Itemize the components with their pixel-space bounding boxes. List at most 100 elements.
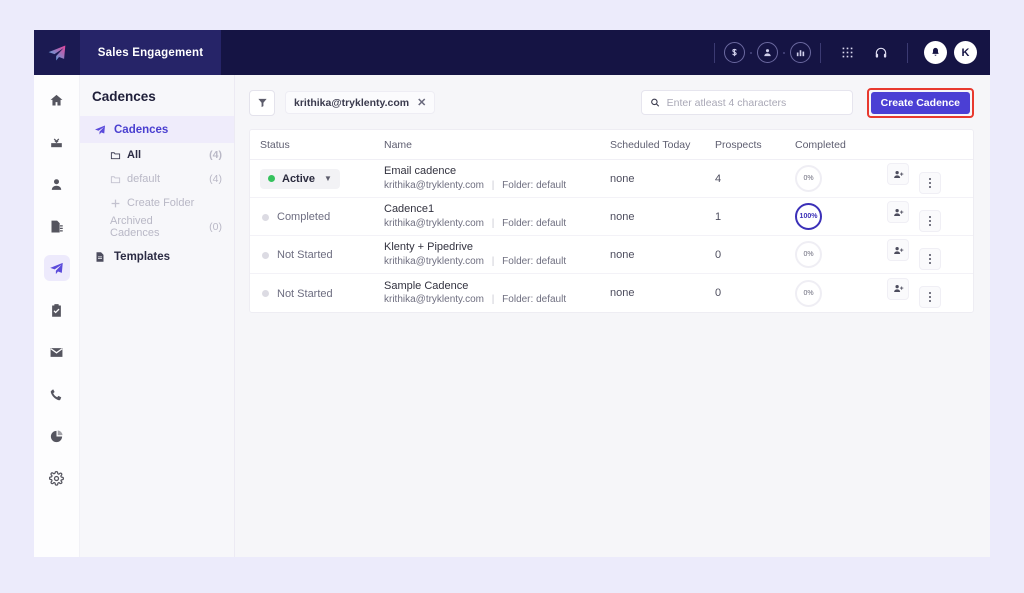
row-name[interactable]: Cadence1 krithika@tryklenty.com | Folder… xyxy=(384,202,610,231)
status-dot-icon xyxy=(268,175,275,182)
cadence-name: Email cadence xyxy=(384,164,610,179)
chevron-down-icon[interactable]: ▼ xyxy=(324,174,332,183)
notification-bell-button[interactable] xyxy=(924,41,947,64)
archived-count: (0) xyxy=(209,221,234,233)
search-icon xyxy=(650,97,660,108)
column-scheduled-today: Scheduled Today xyxy=(610,139,715,151)
contact-icon[interactable] xyxy=(44,171,70,197)
status-badge[interactable]: Active ▼ xyxy=(260,169,340,189)
sidebar-item-label: Templates xyxy=(114,251,234,263)
row-status[interactable]: Completed xyxy=(260,208,384,226)
folder-icon xyxy=(110,150,121,161)
row-status[interactable]: Not Started xyxy=(260,246,384,264)
row-prospects: 0 xyxy=(715,287,795,299)
chart-circle-icon[interactable] xyxy=(790,42,811,63)
toolbar: krithika@tryklenty.com ✕ Create Cadence xyxy=(249,89,974,116)
row-status[interactable]: Active ▼ xyxy=(260,169,384,189)
header-actions: K xyxy=(705,30,990,75)
folder-count: (4) xyxy=(209,149,234,161)
calls-icon[interactable] xyxy=(44,381,70,407)
create-folder-label: Create Folder xyxy=(127,197,234,209)
dollar-circle-icon[interactable] xyxy=(724,42,745,63)
bell-icon xyxy=(930,47,941,58)
cadence-icon[interactable] xyxy=(44,255,70,281)
search-input[interactable] xyxy=(667,97,844,109)
filter-icon xyxy=(257,97,268,108)
inbox-icon[interactable] xyxy=(44,129,70,155)
filter-button[interactable] xyxy=(249,90,275,116)
status-badge: Not Started xyxy=(260,249,333,261)
app-logo[interactable] xyxy=(34,30,80,75)
sidebar-item-templates[interactable]: Templates xyxy=(80,243,234,270)
add-person-icon[interactable] xyxy=(887,201,909,223)
deals-icon[interactable] xyxy=(44,213,70,239)
cadence-name: Sample Cadence xyxy=(384,279,610,294)
status-dot-icon xyxy=(262,214,269,221)
folder-count: (4) xyxy=(209,173,234,185)
sidebar-item-label: Cadences xyxy=(114,124,234,136)
sidebar-archived-cadences[interactable]: Archived Cadences (0) xyxy=(80,215,234,239)
meta-separator: | xyxy=(492,180,495,191)
row-completed: 0% xyxy=(795,241,887,268)
more-vertical-icon[interactable] xyxy=(919,172,941,194)
sidebar-folder-all[interactable]: All (4) xyxy=(80,143,234,167)
column-name: Name xyxy=(384,139,610,151)
completion-ring: 0% xyxy=(795,241,822,268)
table-row[interactable]: Active ▼ Email cadence krithika@tryklent… xyxy=(250,160,973,198)
add-person-icon[interactable] xyxy=(887,278,909,300)
divider xyxy=(714,43,715,63)
status-dot-icon xyxy=(262,252,269,259)
meta-separator: | xyxy=(492,294,495,305)
search-box[interactable] xyxy=(641,90,853,115)
table-row[interactable]: Not Started Klenty + Pipedrive krithika@… xyxy=(250,236,973,274)
status-dot-icon xyxy=(262,290,269,297)
user-avatar[interactable]: K xyxy=(954,41,977,64)
cadence-owner: krithika@tryklenty.com xyxy=(384,180,484,191)
row-status[interactable]: Not Started xyxy=(260,284,384,302)
cadence-folder: Folder: default xyxy=(502,294,566,305)
create-cadence-button[interactable]: Create Cadence xyxy=(871,92,970,114)
row-name[interactable]: Klenty + Pipedrive krithika@tryklenty.co… xyxy=(384,240,610,269)
status-badge: Completed xyxy=(260,211,330,223)
column-status: Status xyxy=(260,139,384,151)
column-completed: Completed xyxy=(795,139,887,151)
table-row[interactable]: Completed Cadence1 krithika@tryklenty.co… xyxy=(250,198,973,236)
headset-icon[interactable] xyxy=(870,42,892,64)
app-body: Cadences Cadences All (4) default (4) Cr… xyxy=(34,75,990,557)
table-row[interactable]: Not Started Sample Cadence krithika@tryk… xyxy=(250,274,973,312)
cadence-owner: krithika@tryklenty.com xyxy=(384,294,484,305)
folder-icon xyxy=(110,174,121,185)
filter-chip[interactable]: krithika@tryklenty.com ✕ xyxy=(285,91,435,114)
row-name[interactable]: Email cadence krithika@tryklenty.com | F… xyxy=(384,164,610,193)
add-person-icon[interactable] xyxy=(887,163,909,185)
filter-chip-label: krithika@tryklenty.com xyxy=(294,97,409,109)
dot-separator xyxy=(750,52,752,54)
row-name[interactable]: Sample Cadence krithika@tryklenty.com | … xyxy=(384,279,610,308)
more-vertical-icon[interactable] xyxy=(919,286,941,308)
cadence-folder: Folder: default xyxy=(502,256,566,267)
reports-icon[interactable] xyxy=(44,423,70,449)
divider xyxy=(907,43,908,63)
cadence-owner: krithika@tryklenty.com xyxy=(384,218,484,229)
sidebar-create-folder[interactable]: Create Folder xyxy=(80,191,234,215)
more-vertical-icon[interactable] xyxy=(919,248,941,270)
tasks-icon[interactable] xyxy=(44,297,70,323)
email-icon[interactable] xyxy=(44,339,70,365)
cadence-folder: Folder: default xyxy=(502,180,566,191)
home-icon[interactable] xyxy=(44,87,70,113)
cadence-owner: krithika@tryklenty.com xyxy=(384,256,484,267)
brand-title: Sales Engagement xyxy=(98,47,203,59)
person-circle-icon[interactable] xyxy=(757,42,778,63)
add-person-icon[interactable] xyxy=(887,239,909,261)
avatar-initial: K xyxy=(962,47,970,59)
row-prospects: 4 xyxy=(715,173,795,185)
close-icon[interactable]: ✕ xyxy=(417,96,426,109)
sidebar-folder-default[interactable]: default (4) xyxy=(80,167,234,191)
cadence-folder: Folder: default xyxy=(502,218,566,229)
more-vertical-icon[interactable] xyxy=(919,210,941,232)
sidebar-item-cadences[interactable]: Cadences xyxy=(80,116,234,143)
settings-icon[interactable] xyxy=(44,465,70,491)
dialpad-icon[interactable] xyxy=(836,42,858,64)
row-completed: 0% xyxy=(795,280,887,307)
cadence-meta: krithika@tryklenty.com | Folder: default xyxy=(384,179,610,193)
